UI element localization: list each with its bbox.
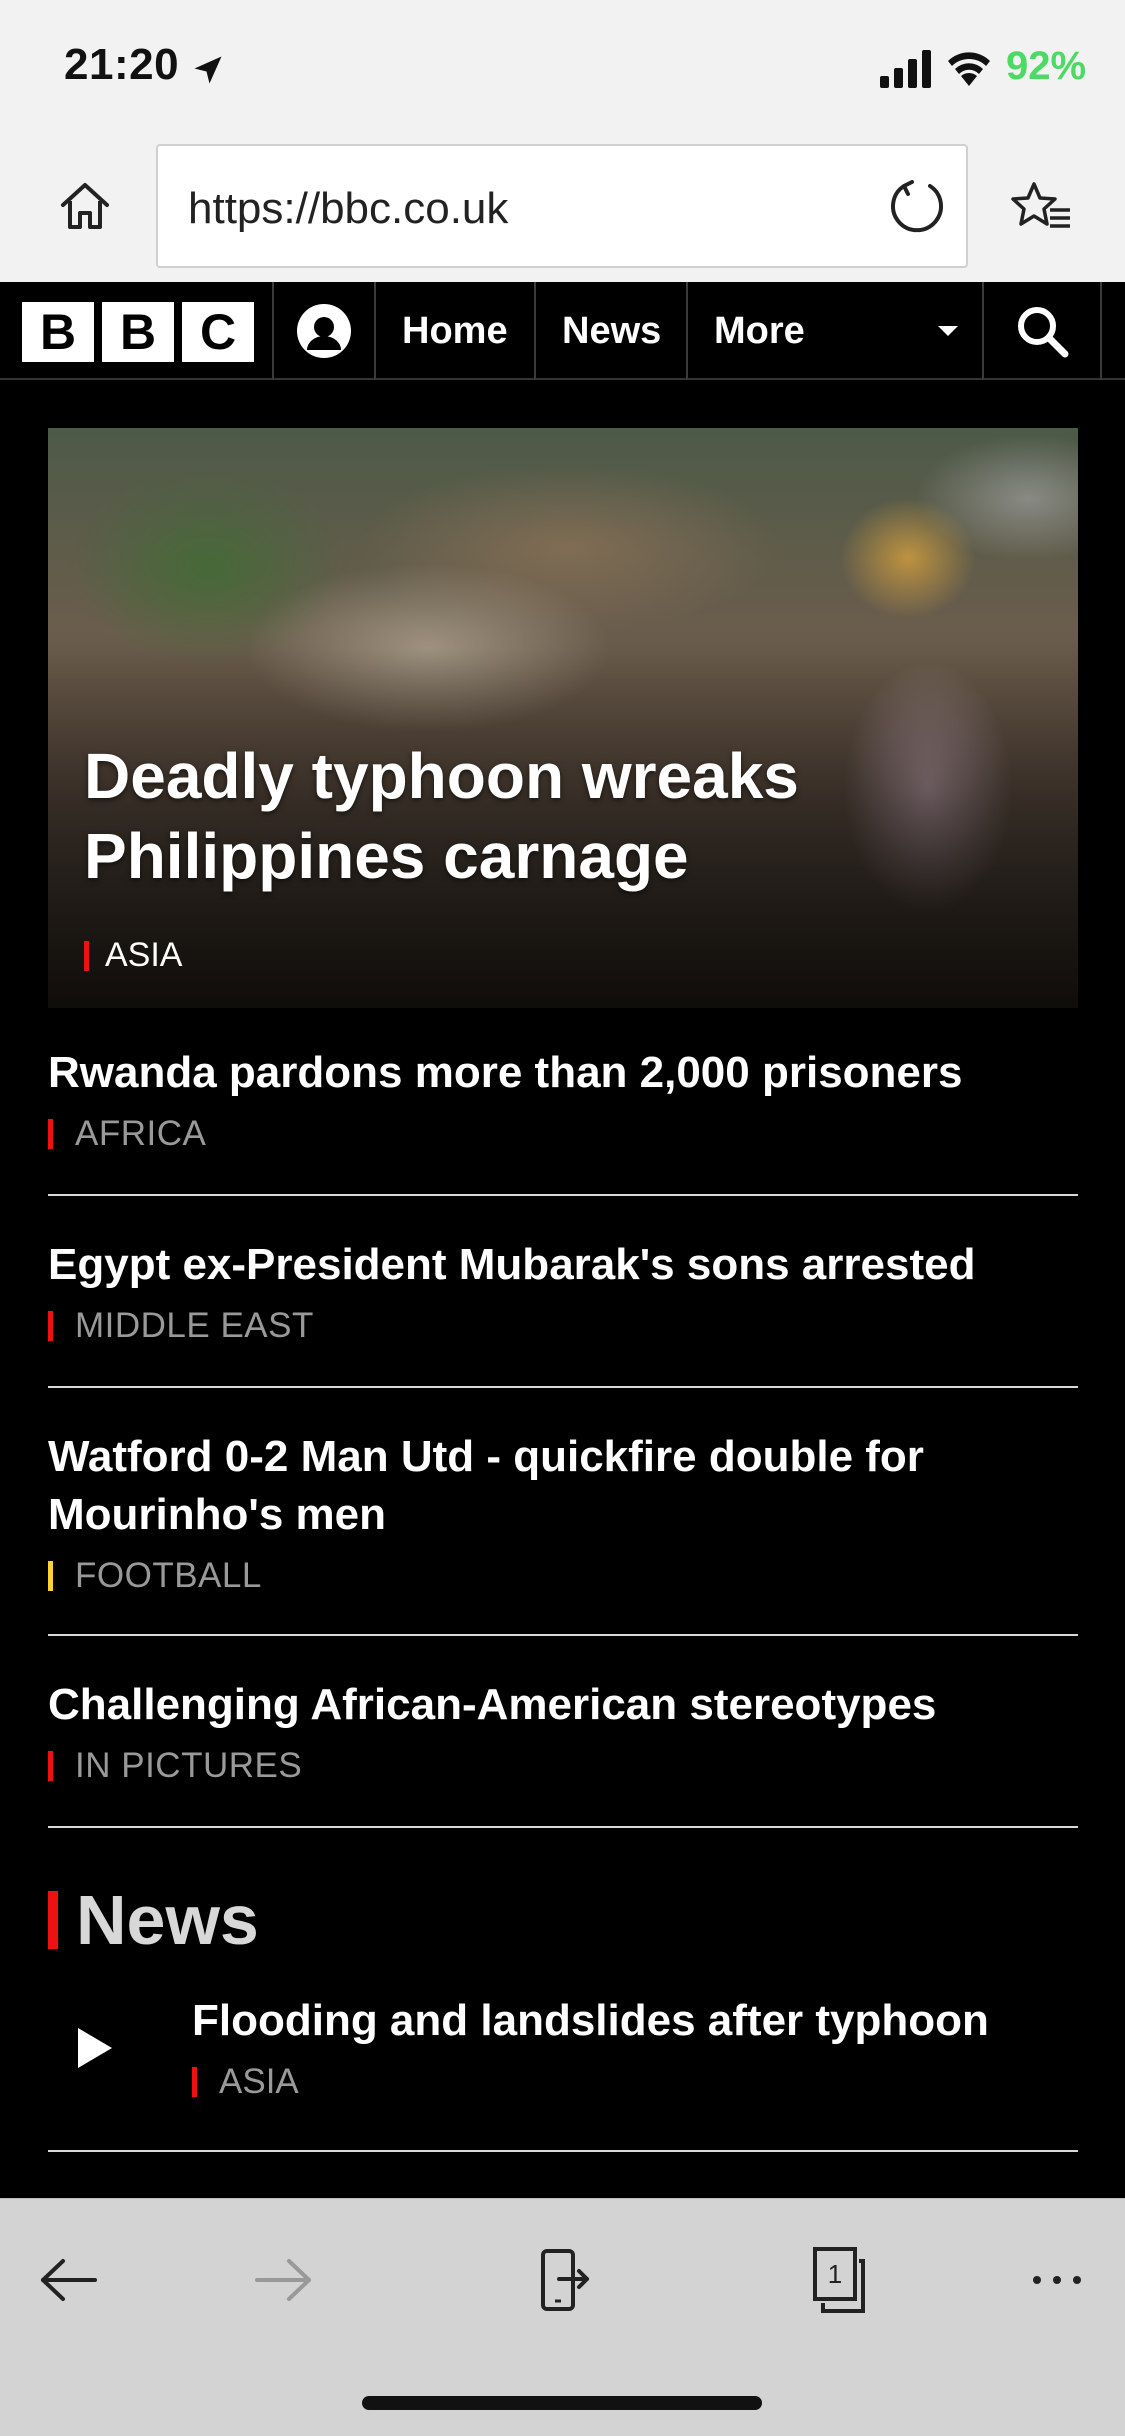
- tag-marker: [84, 940, 89, 971]
- send-to-device-button[interactable]: [518, 2235, 608, 2325]
- tab-count: 1: [828, 2259, 842, 2289]
- tag-marker: [48, 1751, 53, 1781]
- reload-button[interactable]: [882, 172, 952, 242]
- back-button[interactable]: [24, 2235, 114, 2325]
- video-story-item[interactable]: Flooding and landslides after typhoon AS…: [48, 1992, 1078, 2122]
- hero-tag-label: ASIA: [105, 936, 183, 974]
- story-tag-label: FOOTBALL: [75, 1556, 262, 1595]
- wifi-icon: [948, 52, 990, 86]
- bbc-logo-letter: C: [182, 302, 254, 362]
- story-tag[interactable]: MIDDLE EAST: [48, 1306, 1078, 1346]
- video-headline[interactable]: Flooding and landslides after typhoon: [192, 1992, 989, 2050]
- home-indicator[interactable]: [362, 2396, 762, 2410]
- nav-news[interactable]: News: [562, 282, 661, 380]
- nav-divider: [534, 282, 536, 380]
- divider: [48, 1386, 1078, 1388]
- story-tag-label: MIDDLE EAST: [75, 1306, 314, 1345]
- story-headline[interactable]: Challenging African-American stereotypes: [48, 1676, 1078, 1734]
- more-button[interactable]: [1012, 2235, 1102, 2325]
- story-headline[interactable]: Egypt ex-President Mubarak's sons arrest…: [48, 1236, 1078, 1294]
- nav-more[interactable]: More: [714, 282, 805, 380]
- tag-marker: [48, 1311, 53, 1341]
- tabs-icon: 1: [813, 2247, 865, 2313]
- story-item[interactable]: Challenging African-American stereotypes…: [48, 1676, 1078, 1786]
- tag-marker: [192, 2067, 197, 2097]
- send-to-device-icon: [541, 2249, 589, 2311]
- section-title[interactable]: News: [76, 1880, 259, 1960]
- favorites-button[interactable]: [1004, 170, 1080, 246]
- video-tag[interactable]: ASIA: [192, 2062, 299, 2102]
- divider: [48, 2150, 1078, 2152]
- tag-marker: [48, 1119, 53, 1149]
- play-icon[interactable]: [78, 2028, 112, 2068]
- account-button[interactable]: [274, 282, 374, 380]
- status-bar: 21:20 92%: [0, 0, 1125, 138]
- more-icon: [1033, 2276, 1081, 2284]
- status-time: 21:20: [64, 40, 180, 89]
- home-icon: [61, 183, 109, 229]
- home-button[interactable]: [50, 170, 120, 240]
- nav-divider: [1100, 282, 1102, 380]
- bbc-logo-letter: B: [102, 302, 174, 362]
- story-item[interactable]: Watford 0-2 Man Utd - quickfire double f…: [48, 1428, 1078, 1596]
- hero-headline[interactable]: Deadly typhoon wreaks Philippines carnag…: [84, 736, 964, 896]
- bbc-navigation: B B C Home News More: [0, 282, 1125, 380]
- forward-arrow-icon: [255, 2259, 311, 2301]
- url-text: https://bbc.co.uk: [188, 184, 509, 233]
- video-tag-label: ASIA: [219, 2062, 299, 2101]
- address-bar[interactable]: https://bbc.co.uk: [156, 144, 968, 268]
- reload-icon: [891, 180, 943, 233]
- bbc-logo-letter: B: [22, 302, 94, 362]
- tabs-button[interactable]: 1: [794, 2235, 884, 2325]
- forward-button[interactable]: [238, 2235, 328, 2325]
- cellular-signal-icon: [880, 50, 931, 88]
- back-arrow-icon: [41, 2259, 97, 2301]
- hero-story[interactable]: Deadly typhoon wreaks Philippines carnag…: [48, 428, 1078, 1008]
- nav-divider: [374, 282, 376, 380]
- divider: [48, 1634, 1078, 1636]
- story-tag[interactable]: IN PICTURES: [48, 1746, 1078, 1786]
- browser-toolbar: https://bbc.co.uk: [0, 138, 1125, 282]
- divider: [48, 1826, 1078, 1828]
- nav-home[interactable]: Home: [402, 282, 508, 380]
- story-tag[interactable]: AFRICA: [48, 1114, 1078, 1154]
- story-item[interactable]: Rwanda pardons more than 2,000 prisoners…: [48, 1044, 1078, 1154]
- bbc-logo[interactable]: B B C: [22, 302, 254, 362]
- section-marker: [48, 1891, 58, 1949]
- story-tag-label: IN PICTURES: [75, 1746, 303, 1785]
- chevron-down-icon: [938, 326, 958, 336]
- story-headline[interactable]: Watford 0-2 Man Utd - quickfire double f…: [48, 1428, 1078, 1544]
- account-icon: [297, 304, 351, 358]
- section-header[interactable]: News: [48, 1880, 259, 1960]
- tag-marker: [48, 1561, 53, 1591]
- hero-tag[interactable]: ASIA: [84, 936, 182, 975]
- search-icon: [1018, 307, 1069, 358]
- story-item[interactable]: Egypt ex-President Mubarak's sons arrest…: [48, 1236, 1078, 1346]
- favorites-icon: [1011, 182, 1070, 228]
- battery-percent: 92%: [1006, 44, 1087, 88]
- search-button[interactable]: [984, 282, 1100, 380]
- story-tag[interactable]: FOOTBALL: [48, 1556, 1078, 1596]
- nav-divider: [686, 282, 688, 380]
- story-tag-label: AFRICA: [75, 1114, 207, 1153]
- location-arrow-icon: [194, 56, 222, 84]
- divider: [48, 1194, 1078, 1196]
- story-headline[interactable]: Rwanda pardons more than 2,000 prisoners: [48, 1044, 1078, 1102]
